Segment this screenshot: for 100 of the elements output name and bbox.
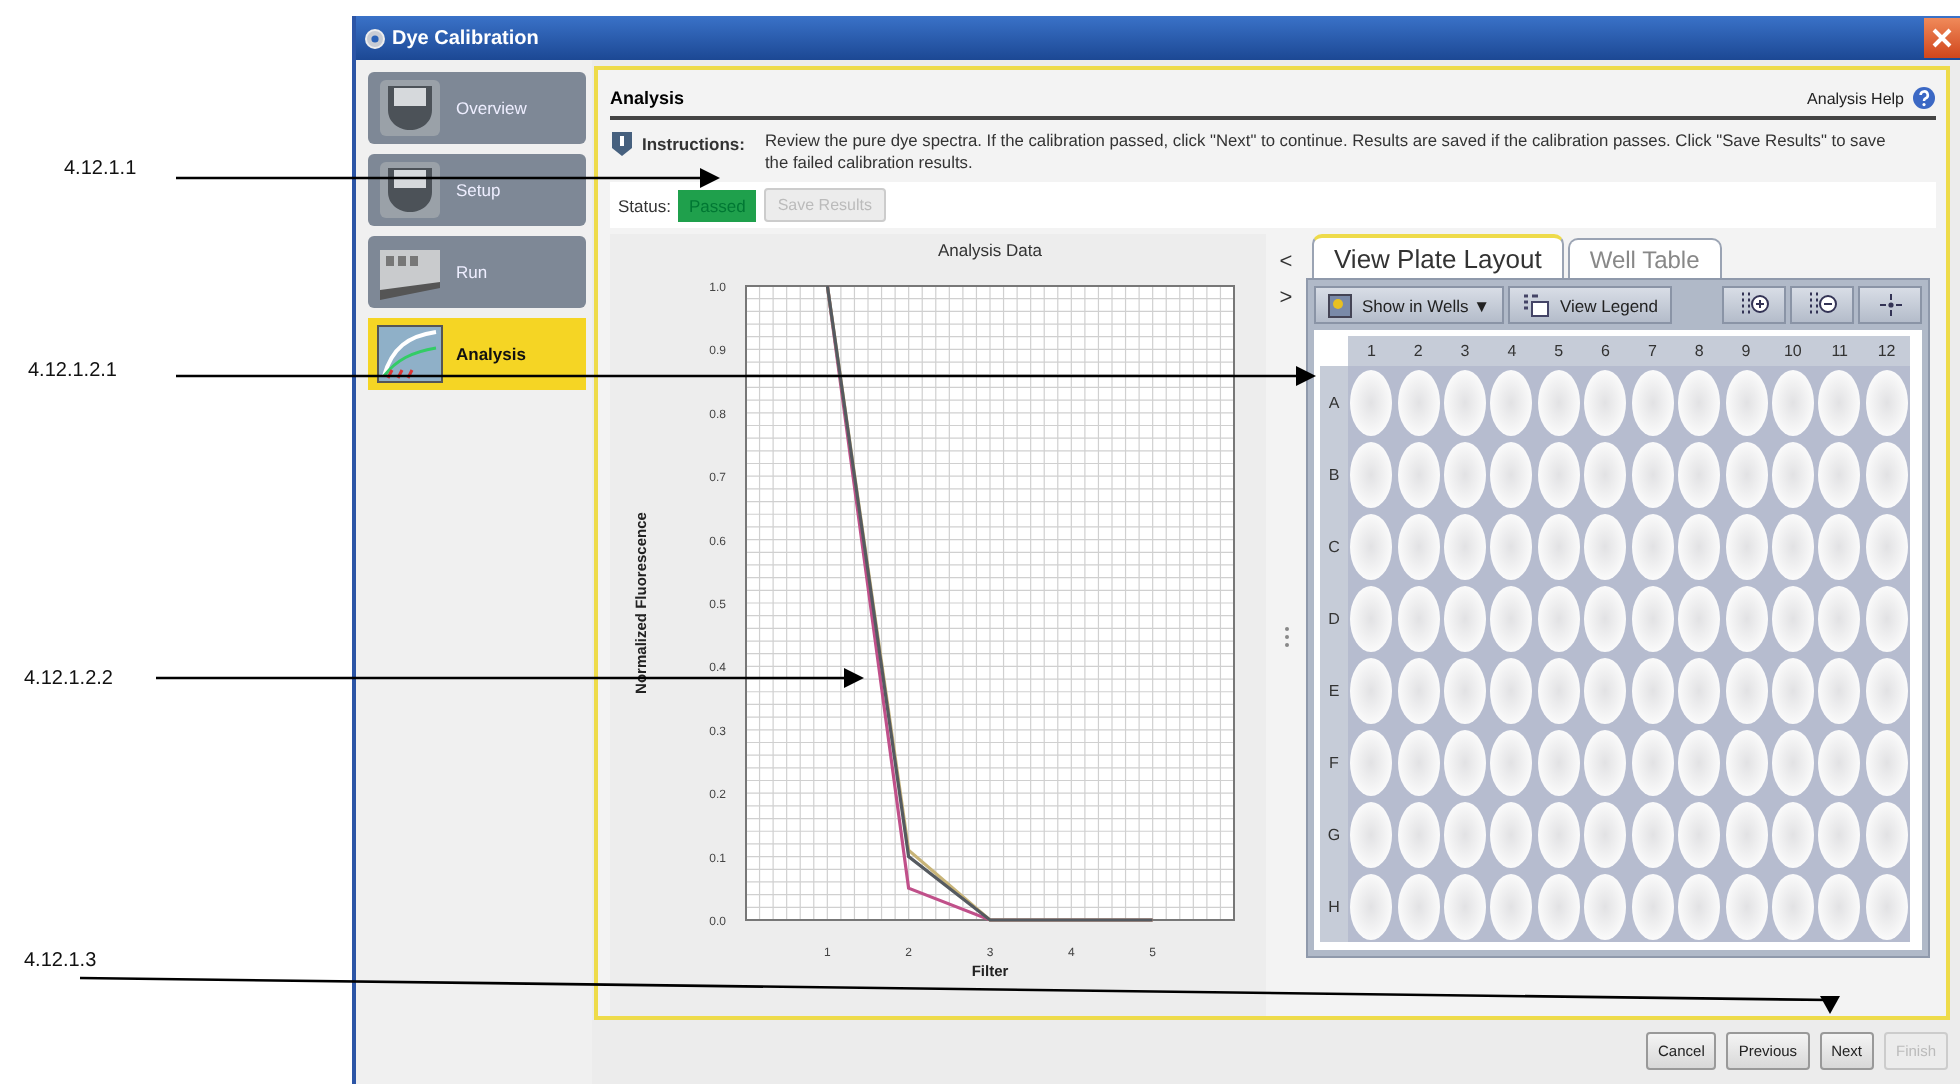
well[interactable]	[1865, 801, 1908, 867]
well[interactable]	[1865, 513, 1908, 579]
well[interactable]	[1818, 801, 1861, 867]
well[interactable]	[1537, 441, 1580, 507]
sidebar-item[interactable]: Analysis	[368, 318, 586, 390]
well[interactable]	[1350, 369, 1393, 435]
well[interactable]	[1631, 585, 1674, 651]
well[interactable]	[1350, 441, 1393, 507]
show-in-wells-button[interactable]: Show in Wells ▼	[1314, 286, 1504, 324]
well[interactable]	[1490, 441, 1533, 507]
well[interactable]	[1490, 873, 1533, 939]
well[interactable]	[1537, 801, 1580, 867]
well[interactable]	[1444, 369, 1487, 435]
well[interactable]	[1397, 873, 1440, 939]
well[interactable]	[1865, 369, 1908, 435]
well[interactable]	[1725, 873, 1768, 939]
well[interactable]	[1678, 801, 1721, 867]
well[interactable]	[1444, 441, 1487, 507]
well[interactable]	[1584, 801, 1627, 867]
well[interactable]	[1584, 729, 1627, 795]
well[interactable]	[1818, 513, 1861, 579]
well[interactable]	[1631, 801, 1674, 867]
nav-button[interactable]: <	[1279, 244, 1293, 280]
well[interactable]	[1771, 801, 1814, 867]
well[interactable]	[1537, 657, 1580, 723]
well[interactable]	[1725, 657, 1768, 723]
well[interactable]	[1678, 873, 1721, 939]
zoom-out-button[interactable]	[1790, 286, 1854, 324]
help-link[interactable]: Analysis Help	[1807, 89, 1904, 107]
well[interactable]	[1490, 657, 1533, 723]
well[interactable]	[1397, 441, 1440, 507]
well[interactable]	[1537, 873, 1580, 939]
well[interactable]	[1725, 585, 1768, 651]
well[interactable]	[1678, 657, 1721, 723]
well[interactable]	[1490, 801, 1533, 867]
well[interactable]	[1818, 873, 1861, 939]
well[interactable]	[1771, 369, 1814, 435]
well[interactable]	[1397, 513, 1440, 579]
well[interactable]	[1818, 441, 1861, 507]
tab[interactable]: View Plate Layout	[1312, 234, 1564, 278]
well[interactable]	[1725, 801, 1768, 867]
well[interactable]	[1444, 801, 1487, 867]
well[interactable]	[1631, 369, 1674, 435]
well[interactable]	[1631, 729, 1674, 795]
splitter-handle[interactable]	[1283, 626, 1289, 648]
help-icon[interactable]	[1912, 86, 1936, 110]
well[interactable]	[1865, 441, 1908, 507]
well[interactable]	[1537, 729, 1580, 795]
well[interactable]	[1771, 585, 1814, 651]
well[interactable]	[1771, 513, 1814, 579]
well[interactable]	[1725, 441, 1768, 507]
well[interactable]	[1678, 441, 1721, 507]
tab[interactable]: Well Table	[1567, 238, 1722, 278]
close-button[interactable]	[1924, 18, 1960, 58]
well[interactable]	[1771, 729, 1814, 795]
fit-button[interactable]	[1858, 286, 1922, 324]
well[interactable]	[1397, 801, 1440, 867]
nav-button[interactable]: >	[1279, 280, 1293, 316]
well[interactable]	[1584, 441, 1627, 507]
well[interactable]	[1537, 585, 1580, 651]
well[interactable]	[1725, 729, 1768, 795]
well[interactable]	[1818, 657, 1861, 723]
well[interactable]	[1865, 729, 1908, 795]
well[interactable]	[1865, 873, 1908, 939]
well[interactable]	[1444, 873, 1487, 939]
well[interactable]	[1444, 513, 1487, 579]
well[interactable]	[1631, 657, 1674, 723]
well[interactable]	[1444, 585, 1487, 651]
well[interactable]	[1350, 657, 1393, 723]
well[interactable]	[1490, 513, 1533, 579]
well[interactable]	[1584, 585, 1627, 651]
well[interactable]	[1397, 729, 1440, 795]
well[interactable]	[1631, 513, 1674, 579]
well[interactable]	[1350, 873, 1393, 939]
well[interactable]	[1584, 873, 1627, 939]
well[interactable]	[1678, 729, 1721, 795]
well[interactable]	[1537, 513, 1580, 579]
well[interactable]	[1678, 369, 1721, 435]
well[interactable]	[1818, 369, 1861, 435]
well[interactable]	[1631, 873, 1674, 939]
zoom-in-button[interactable]	[1722, 286, 1786, 324]
well[interactable]	[1771, 873, 1814, 939]
well[interactable]	[1631, 441, 1674, 507]
well[interactable]	[1350, 729, 1393, 795]
well[interactable]	[1490, 369, 1533, 435]
well[interactable]	[1537, 369, 1580, 435]
well[interactable]	[1771, 441, 1814, 507]
well[interactable]	[1444, 729, 1487, 795]
well[interactable]	[1678, 585, 1721, 651]
well[interactable]	[1490, 585, 1533, 651]
well[interactable]	[1397, 369, 1440, 435]
well[interactable]	[1584, 513, 1627, 579]
well[interactable]	[1865, 585, 1908, 651]
well[interactable]	[1678, 513, 1721, 579]
well[interactable]	[1397, 585, 1440, 651]
well[interactable]	[1397, 657, 1440, 723]
well[interactable]	[1350, 801, 1393, 867]
well[interactable]	[1490, 729, 1533, 795]
well[interactable]	[1818, 585, 1861, 651]
well[interactable]	[1584, 369, 1627, 435]
